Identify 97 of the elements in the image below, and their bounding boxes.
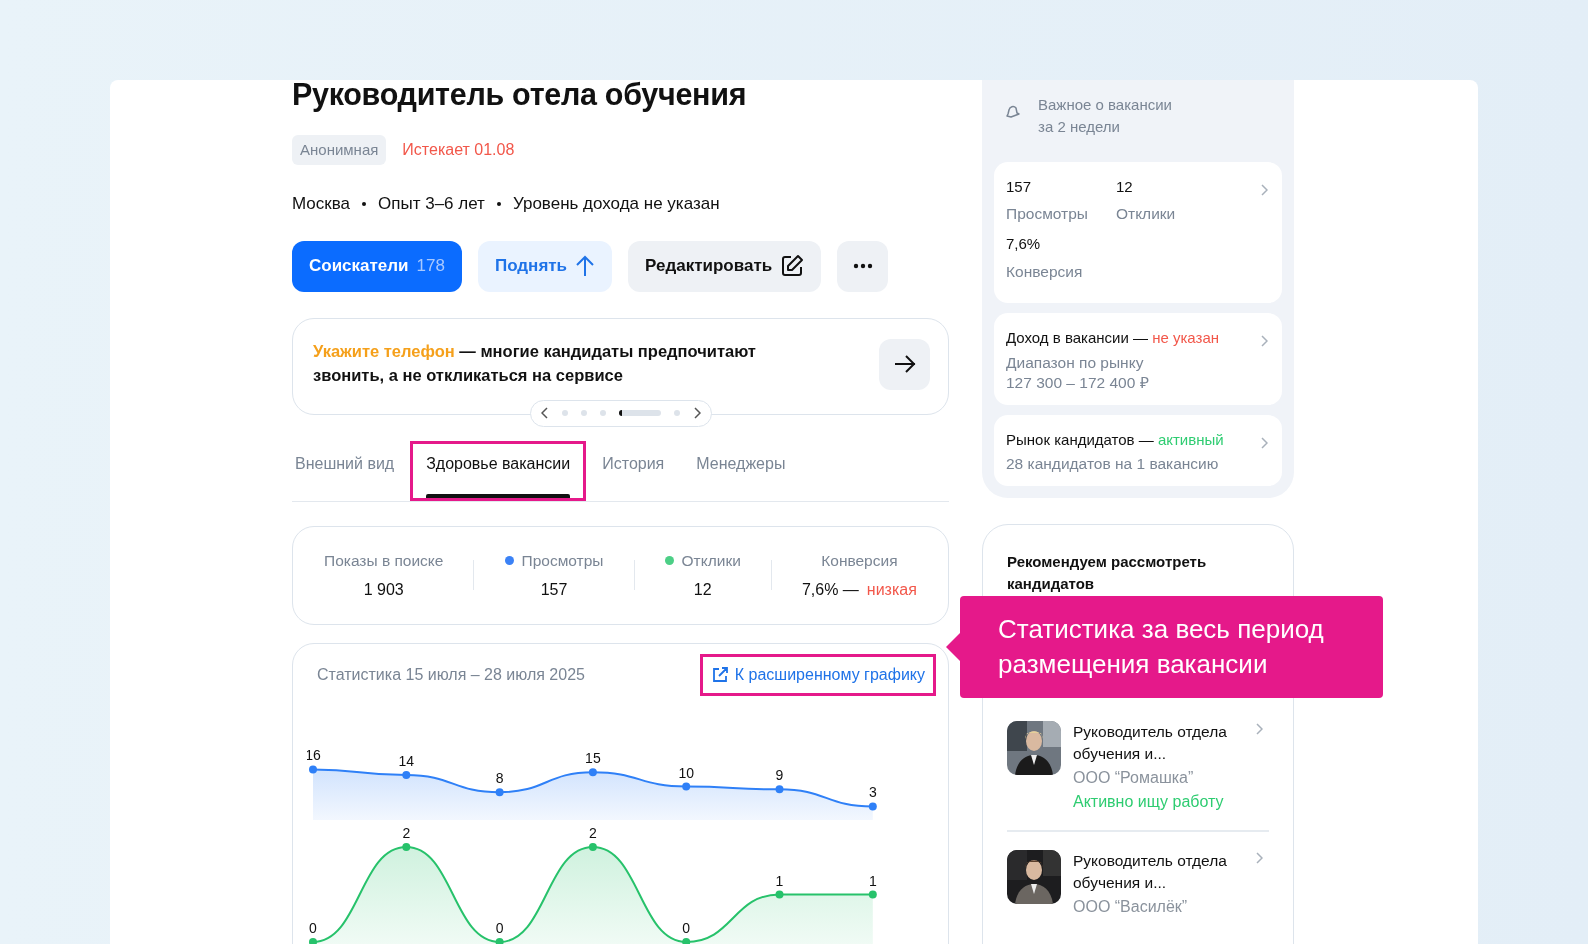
metric-value: 157	[1006, 176, 1032, 197]
summary-card[interactable]: 157 Просмотры 12 Отклики 7,6% Конверсия	[994, 161, 1282, 303]
metric-label: Отклики	[1116, 204, 1176, 224]
candidate-status: Активно ищу работу	[1073, 791, 1225, 812]
detail-text: 28 кандидатов на 1 вакансию	[1006, 454, 1219, 475]
meta-text: Москва	[292, 193, 351, 216]
data-point	[588, 842, 597, 851]
data-point	[309, 765, 317, 774]
chevron-right-icon	[1260, 335, 1268, 347]
recommend-title: Рекомендуем рассмотреть кандидатов	[1007, 552, 1208, 595]
external-link-icon	[710, 665, 729, 684]
pager-dot[interactable]	[561, 410, 568, 417]
candidate-item[interactable]: Руководитель отдела обучения и... ООО “Василёк”	[1007, 829, 1269, 935]
applicants-button[interactable]: Соискатели 178	[292, 240, 462, 292]
detail-text: Диапазон по рынку 127 300 – 172 400 ₽	[1006, 352, 1149, 393]
chevron-right-icon[interactable]	[692, 407, 701, 420]
stat-label: Конверсия	[821, 550, 898, 571]
pager-dot[interactable]	[580, 410, 587, 417]
pager-dot[interactable]	[599, 410, 606, 417]
data-label: 0	[309, 919, 317, 936]
more-button[interactable]	[837, 240, 889, 292]
chart-title: Статистика 15 июля – 28 июля 2025	[317, 664, 585, 685]
stat-value: 1 903	[363, 579, 404, 600]
chart-link[interactable]: К расширенному графику	[699, 653, 936, 696]
data-label: 3	[868, 784, 877, 801]
edit-icon	[780, 254, 805, 279]
metric-value: 12	[1116, 176, 1133, 197]
callout-tooltip: Статистика за весь период размещения вакансии	[960, 596, 1383, 699]
summary-title: Важное о вакансии за 2 недели	[1038, 95, 1173, 137]
arrow-up-icon	[575, 255, 596, 278]
candidate-item[interactable]: Руководитель отдела обучения и... ООО “Ромашка” Активно ищу работу	[1007, 702, 1269, 830]
metric-value: 7,6%	[1006, 234, 1041, 255]
data-label: 1	[775, 872, 784, 889]
data-label: 16	[307, 747, 321, 764]
data-label: 2	[402, 824, 411, 841]
banner-text: Укажите телефон — многие кандидаты предпочитают звонить, а не откликаться на сервисе	[313, 341, 757, 387]
arrow-right-icon	[892, 354, 917, 375]
stat-label: Показы в поиске	[324, 550, 444, 571]
stat-label: Просмотры	[521, 550, 604, 571]
chevron-left-icon[interactable]	[540, 407, 549, 420]
chevron-right-icon	[1260, 436, 1268, 449]
candidate-position: Руководитель отдела обучения и...	[1073, 850, 1228, 894]
status-text: Доход в вакансии — не указан	[1006, 328, 1221, 348]
summary-card[interactable]: Рынок кандидатов — активный 28 кандидатов на 1 вакансию	[994, 414, 1282, 487]
edit-button[interactable]: Редактировать	[628, 240, 822, 292]
meta-text: Опыт 3–6 лет	[378, 193, 485, 216]
company-name: ООО “Ромашка”	[1073, 767, 1195, 788]
data-point	[402, 842, 411, 851]
data-label: 15	[585, 750, 601, 767]
data-point	[868, 802, 877, 811]
pager-dot[interactable]	[673, 410, 680, 417]
status-text: Рынок кандидатов — активный	[1006, 429, 1225, 450]
data-point	[775, 890, 784, 899]
data-label: 2	[589, 824, 597, 841]
data-point	[588, 768, 597, 777]
data-label: 1	[868, 872, 877, 889]
tab[interactable]: Здоровье вакансии	[410, 440, 587, 501]
expiry-text: Истекает 01.08	[402, 139, 515, 160]
tab[interactable]: История	[586, 440, 681, 501]
data-point	[682, 937, 691, 944]
more-icon	[852, 263, 873, 270]
data-point	[868, 890, 877, 899]
chevron-right-icon	[1260, 183, 1268, 196]
data-point	[682, 782, 691, 791]
stat-value: 12	[693, 579, 712, 600]
metric-label: Просмотры	[1006, 204, 1088, 224]
data-point	[402, 770, 411, 779]
tab[interactable]: Внешний вид	[292, 440, 411, 501]
tag-label: Анонимная	[292, 134, 387, 166]
data-point	[495, 788, 504, 797]
stat-value: 157	[540, 579, 568, 600]
tooltip-arrow	[946, 633, 960, 662]
data-label: 10	[678, 764, 694, 781]
page-title: Руководитель отела обучения	[292, 80, 748, 113]
chevron-right-icon	[1255, 722, 1263, 735]
data-label: 8	[495, 770, 504, 787]
next-button[interactable]	[879, 338, 930, 390]
separator-dot	[496, 201, 501, 206]
summary-card[interactable]: Доход в вакансии — не указан Диапазон по рынку 127 300 – 172 400 ₽	[994, 313, 1282, 405]
company-name: ООО “Василёк”	[1073, 896, 1189, 917]
stat-label: Отклики	[681, 550, 741, 571]
stat-value: 7,6% —	[801, 579, 859, 600]
separator-dot	[362, 201, 367, 206]
rating-text: низкая	[866, 579, 917, 600]
data-label: 0	[682, 919, 691, 936]
chevron-right-icon	[1255, 851, 1263, 864]
meta-text: Уровень дохода не указан	[512, 193, 720, 216]
data-point	[495, 937, 504, 944]
data-label: 9	[775, 767, 784, 784]
metric-label: Конверсия	[1006, 261, 1083, 282]
raise-button[interactable]: Поднять	[477, 240, 613, 292]
candidate-position: Руководитель отдела обучения и...	[1073, 721, 1228, 765]
data-label: 14	[398, 752, 415, 769]
data-point	[775, 785, 784, 794]
tab[interactable]: Менеджеры	[680, 440, 802, 501]
data-point	[309, 937, 317, 944]
data-label: 0	[495, 919, 504, 936]
